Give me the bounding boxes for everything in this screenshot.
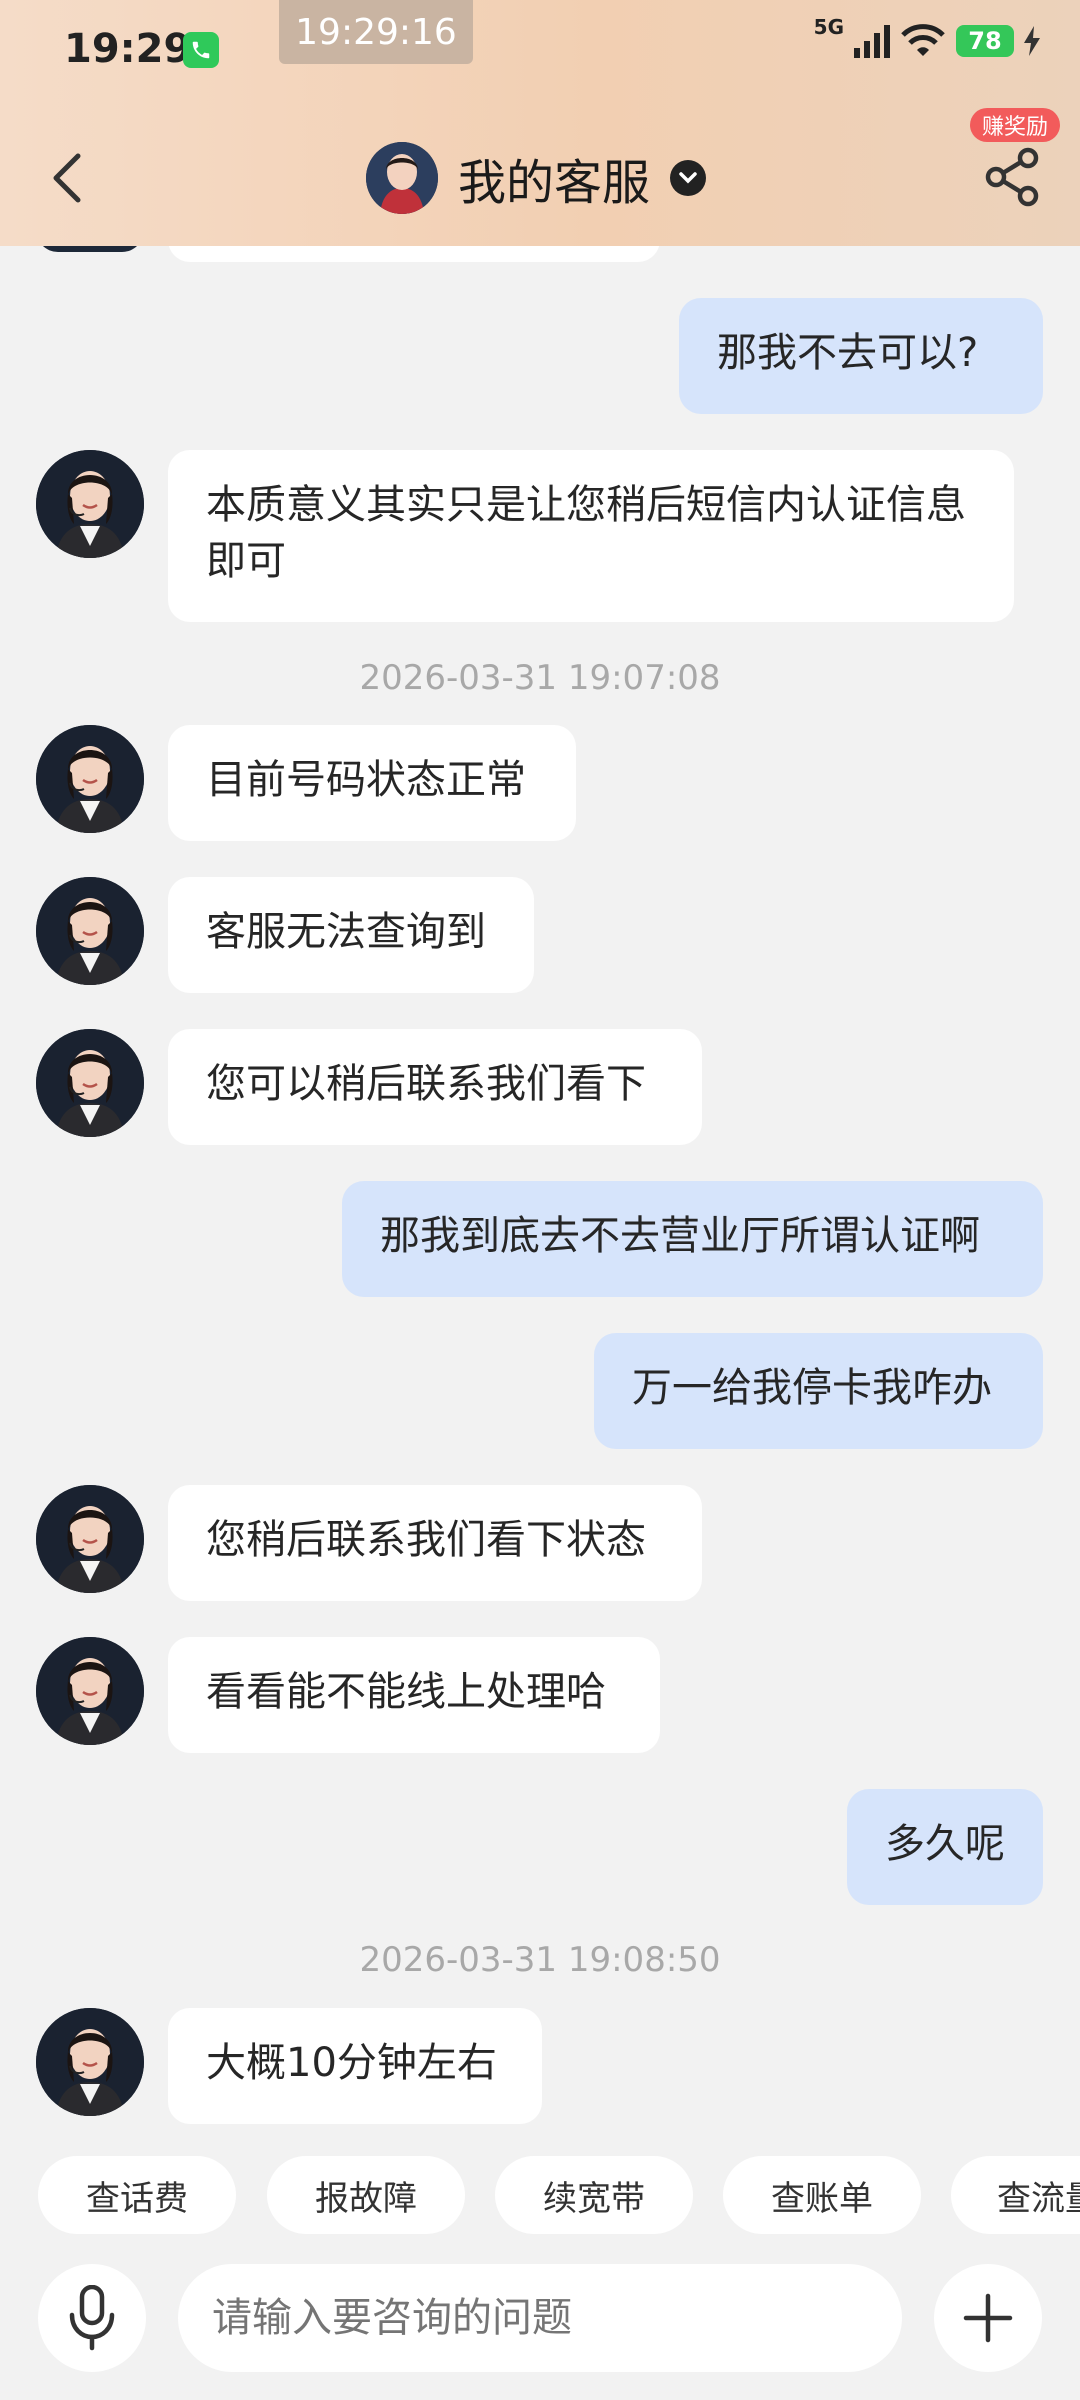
signal-icon bbox=[854, 25, 890, 58]
agent-message: 客服无法查询到 bbox=[168, 877, 534, 993]
network-type: 5G bbox=[813, 15, 844, 39]
page-title: 我的客服 bbox=[458, 155, 651, 211]
quick-reply-chip[interactable]: 查话费 bbox=[38, 2156, 236, 2234]
quick-reply-chip[interactable]: 报故障 bbox=[267, 2156, 465, 2234]
timestamp: 2026-03-31 19:08:50 bbox=[359, 1940, 721, 1980]
back-button[interactable] bbox=[44, 148, 88, 208]
phone-call-icon[interactable] bbox=[183, 32, 219, 68]
agent-message: 看看能不能线上处理哈 bbox=[168, 1637, 660, 1753]
share-button[interactable] bbox=[982, 146, 1042, 208]
agent-message: 您稍后联系我们看下状态 bbox=[168, 1485, 702, 1601]
agent-avatar bbox=[36, 877, 144, 985]
charging-bolt-icon bbox=[1024, 26, 1040, 56]
user-message: 那我到底去不去营业厅所谓认证啊 bbox=[342, 1181, 1043, 1297]
user-message: 万一给我停卡我咋办 bbox=[594, 1333, 1043, 1449]
agent-avatar bbox=[36, 1485, 144, 1593]
header-bar: 19:29 19:29:16 5G 78 我的客服 赚奖励 bbox=[0, 0, 1080, 246]
agent-avatar bbox=[36, 725, 144, 833]
user-message: 那我不去可以? bbox=[679, 298, 1043, 414]
message-input[interactable] bbox=[178, 2264, 902, 2372]
agent-message: 大概10分钟左右 bbox=[168, 2008, 542, 2124]
agent-avatar bbox=[36, 2008, 144, 2116]
reward-badge[interactable]: 赚奖励 bbox=[970, 108, 1061, 142]
agent-avatar bbox=[36, 1637, 144, 1745]
status-icons: 5G 78 bbox=[814, 15, 1040, 58]
timestamp: 2026-03-31 19:07:08 bbox=[359, 658, 721, 698]
battery-indicator: 78 bbox=[956, 25, 1014, 57]
share-icon bbox=[985, 147, 1039, 207]
status-time: 19:29 bbox=[64, 26, 192, 72]
agent-avatar bbox=[36, 450, 144, 558]
quick-reply-chip[interactable]: 查流量 bbox=[951, 2156, 1080, 2234]
quick-reply-chip[interactable]: 续宽带 bbox=[495, 2156, 693, 2234]
microphone-icon bbox=[69, 2285, 115, 2351]
agent-avatar bbox=[366, 142, 438, 214]
plus-icon bbox=[963, 2293, 1013, 2343]
chevron-down-icon[interactable] bbox=[670, 160, 707, 196]
voice-input-button[interactable] bbox=[38, 2264, 146, 2372]
user-message: 多久呢 bbox=[847, 1789, 1043, 1905]
recording-timer: 19:29:16 bbox=[279, 0, 473, 64]
agent-avatar bbox=[36, 1029, 144, 1137]
agent-message: 目前号码状态正常 bbox=[168, 725, 576, 841]
agent-message: 本质意义其实只是让您稍后短信内认证信息即可 bbox=[168, 450, 1014, 622]
agent-message: 您可以稍后联系我们看下 bbox=[168, 1029, 702, 1145]
quick-reply-chip[interactable]: 查账单 bbox=[723, 2156, 921, 2234]
more-options-button[interactable] bbox=[934, 2264, 1042, 2372]
chevron-left-icon bbox=[53, 153, 81, 203]
wifi-icon bbox=[901, 24, 945, 56]
title-group[interactable]: 我的客服 bbox=[366, 140, 707, 216]
